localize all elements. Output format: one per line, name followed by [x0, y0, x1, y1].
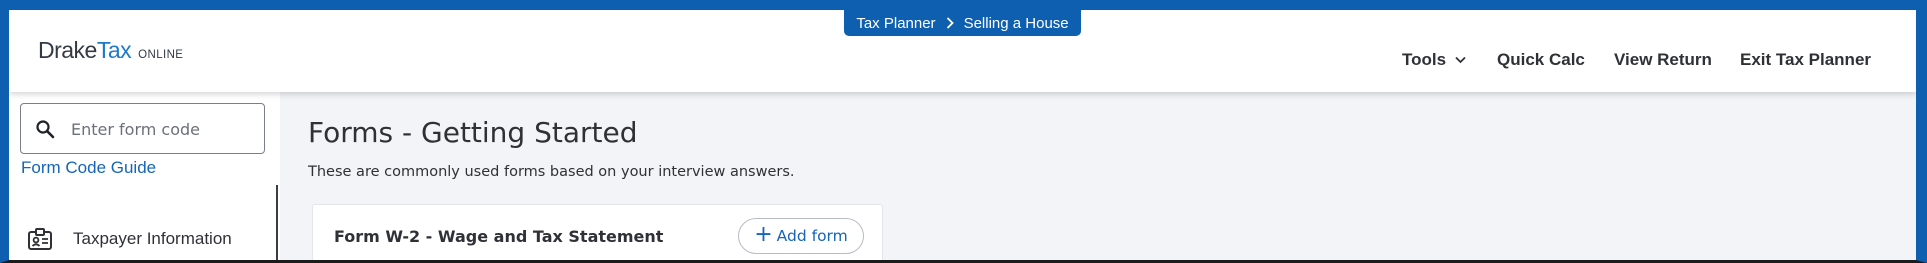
main-content: Forms - Getting Started These are common…	[280, 92, 1916, 263]
chevron-down-icon	[1455, 56, 1466, 64]
id-badge-icon	[27, 227, 53, 251]
logo-text-tax: Tax	[96, 37, 132, 63]
form-code-input[interactable]	[71, 116, 256, 142]
page-subtitle: These are commonly used forms based on y…	[308, 164, 795, 180]
form-card-title: Form W-2 - Wage and Tax Statement	[334, 227, 664, 246]
breadcrumb: Tax Planner Selling a House	[844, 10, 1081, 36]
sidebar-divider	[276, 185, 278, 263]
breadcrumb-item-selling-a-house: Selling a House	[963, 14, 1069, 32]
exit-tax-planner-link[interactable]: Exit Tax Planner	[1740, 49, 1871, 71]
quick-calc-link[interactable]: Quick Calc	[1497, 49, 1585, 71]
drake-tax-logo[interactable]: Drake Tax ONLINE	[38, 37, 183, 64]
add-form-button[interactable]: + Add form	[738, 218, 864, 254]
add-form-label: Add form	[776, 227, 848, 245]
view-return-link[interactable]: View Return	[1614, 49, 1712, 71]
sidebar-item-label: Taxpayer Information	[73, 229, 232, 248]
tools-menu-button[interactable]: Tools	[1402, 49, 1466, 71]
logo-text-drake: Drake	[38, 37, 97, 63]
sidebar-item-taxpayer-information[interactable]: Taxpayer Information	[27, 224, 267, 254]
logo-text-online: ONLINE	[138, 49, 184, 61]
sidebar: Form Code Guide Taxpayer Information	[9, 92, 280, 263]
page-title: Forms - Getting Started	[308, 116, 638, 149]
tools-label: Tools	[1402, 50, 1447, 69]
breadcrumb-item-tax-planner[interactable]: Tax Planner	[856, 15, 935, 32]
form-card-w2: Form W-2 - Wage and Tax Statement + Add …	[312, 204, 883, 263]
plus-icon: +	[754, 222, 773, 247]
form-code-search[interactable]	[20, 103, 265, 154]
form-code-guide-link[interactable]: Form Code Guide	[21, 158, 156, 178]
search-icon	[35, 119, 55, 139]
chevron-right-icon	[946, 17, 954, 29]
